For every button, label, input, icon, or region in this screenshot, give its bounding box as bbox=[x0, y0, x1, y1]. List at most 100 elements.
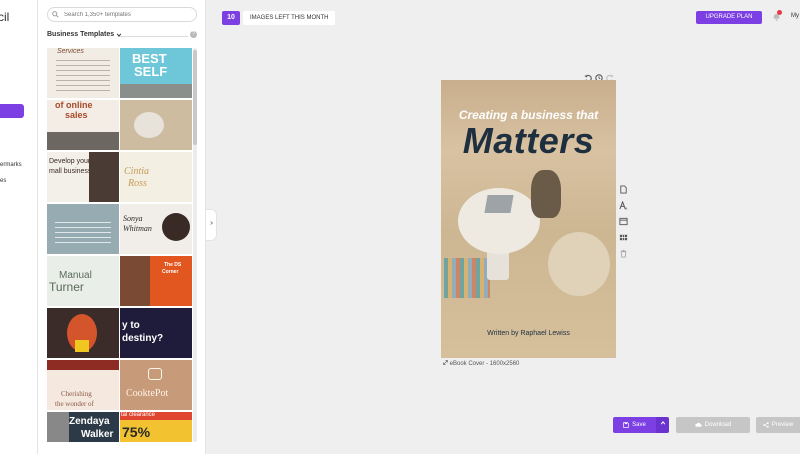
template-card[interactable]: BEST SELF bbox=[120, 48, 192, 98]
section-dropdown[interactable]: Business Templates bbox=[47, 31, 122, 38]
save-label: Save bbox=[632, 422, 646, 428]
left-navigation: cil ermarks es bbox=[0, 0, 38, 454]
template-text: of online bbox=[55, 100, 93, 110]
nav-item-watermarks[interactable]: ermarks bbox=[0, 162, 22, 168]
pot-icon bbox=[148, 368, 162, 380]
template-card[interactable]: of online sales bbox=[47, 100, 119, 150]
scrollbar-thumb[interactable] bbox=[193, 50, 197, 145]
canvas-size-caption: eBook Cover - 1600x2560 bbox=[443, 360, 519, 367]
template-text: y to bbox=[122, 320, 140, 331]
redo-icon[interactable] bbox=[606, 69, 614, 82]
save-options-button[interactable] bbox=[656, 417, 669, 433]
app-root: cil ermarks es Business Templates ? Serv… bbox=[0, 0, 800, 454]
template-card[interactable]: CooktePot bbox=[120, 360, 192, 410]
template-photo bbox=[47, 412, 69, 442]
template-photo bbox=[89, 152, 119, 202]
template-card[interactable] bbox=[120, 100, 192, 150]
template-card[interactable]: Sonya Whitman bbox=[120, 204, 192, 254]
search-icon bbox=[52, 11, 59, 18]
cover-author[interactable]: Written by Raphael Lewiss bbox=[441, 330, 616, 337]
preview-label: Preview bbox=[771, 422, 794, 428]
cover-photo-shelf bbox=[444, 258, 490, 298]
page-icon[interactable] bbox=[619, 181, 628, 194]
grid-icon[interactable] bbox=[619, 229, 628, 241]
template-card[interactable] bbox=[47, 308, 119, 358]
download-label: Download bbox=[704, 422, 732, 428]
panel-collapse-handle[interactable] bbox=[206, 209, 217, 241]
template-text: Sonya bbox=[123, 214, 143, 223]
download-button[interactable]: Download bbox=[676, 417, 750, 433]
brand-name: cil bbox=[0, 10, 10, 24]
template-text: tal clearance bbox=[121, 412, 156, 418]
images-left-count: 10 bbox=[222, 11, 240, 25]
history-tools bbox=[584, 69, 614, 82]
template-card[interactable]: Services bbox=[47, 48, 119, 98]
template-card[interactable]: Cintia Ross bbox=[120, 152, 192, 202]
section-title: Business Templates bbox=[47, 31, 115, 38]
upgrade-plan-button[interactable]: UPGRADE PLAN bbox=[696, 11, 762, 24]
help-icon[interactable]: ? bbox=[190, 31, 197, 38]
element-toolbar: a bbox=[619, 181, 628, 258]
template-card[interactable]: y to destiny? bbox=[120, 308, 192, 358]
share-icon bbox=[763, 422, 769, 428]
canvas-size-text: eBook Cover - 1600x2560 bbox=[449, 361, 520, 367]
nav-item-active[interactable] bbox=[0, 104, 24, 118]
template-text: mall business bbox=[49, 168, 92, 175]
template-text: Cherishing bbox=[61, 390, 92, 398]
save-button[interactable]: Save bbox=[613, 417, 656, 433]
template-text: Cintia bbox=[124, 166, 150, 177]
template-text: The DS bbox=[164, 262, 182, 268]
save-icon bbox=[623, 422, 629, 428]
svg-text:a: a bbox=[625, 207, 627, 210]
cover-photo-chair bbox=[548, 232, 610, 296]
template-text: sales bbox=[65, 110, 88, 120]
template-text: SELF bbox=[134, 64, 168, 79]
menu-lines bbox=[55, 222, 111, 246]
account-menu[interactable]: My bbox=[791, 13, 799, 19]
resize-icon bbox=[443, 360, 448, 365]
template-text: Ross bbox=[128, 178, 147, 189]
template-text: CooktePot bbox=[126, 388, 169, 399]
template-card[interactable]: Cherishing the wonder of bbox=[47, 360, 119, 410]
template-text: Turner bbox=[49, 280, 84, 294]
cloud-download-icon bbox=[694, 422, 702, 427]
template-photo bbox=[134, 112, 164, 138]
template-text: Services bbox=[57, 48, 84, 55]
template-accent bbox=[75, 340, 89, 352]
section-divider bbox=[120, 36, 188, 37]
avatar bbox=[162, 213, 190, 241]
template-text: Whitman bbox=[123, 224, 152, 233]
trash-icon[interactable] bbox=[619, 245, 628, 258]
template-text: destiny? bbox=[122, 333, 164, 344]
layout-icon[interactable] bbox=[619, 213, 628, 226]
nav-item-other[interactable]: es bbox=[0, 178, 6, 184]
template-card[interactable] bbox=[47, 204, 119, 254]
template-text: Corner bbox=[162, 269, 179, 275]
cover-title[interactable]: Matters bbox=[441, 120, 616, 162]
template-card[interactable]: Develop your mall business bbox=[47, 152, 119, 202]
template-banner bbox=[47, 360, 119, 370]
template-text: Develop your bbox=[49, 158, 91, 165]
cover-photo-laptop bbox=[484, 195, 514, 213]
template-text: 75% bbox=[122, 424, 151, 440]
template-card[interactable]: tal clearance 75% bbox=[120, 412, 192, 442]
template-search-input[interactable] bbox=[47, 7, 197, 22]
chevron-up-icon bbox=[660, 421, 665, 425]
template-photo bbox=[120, 84, 192, 98]
template-photo bbox=[120, 256, 150, 306]
template-text: the wonder of bbox=[55, 400, 94, 408]
preview-button[interactable]: Preview bbox=[756, 417, 800, 433]
notification-dot bbox=[777, 10, 782, 15]
text-icon[interactable]: a bbox=[619, 197, 628, 211]
undo-icon[interactable] bbox=[584, 69, 592, 82]
menu-lines bbox=[56, 60, 110, 92]
template-card[interactable]: Manual Turner bbox=[47, 256, 119, 306]
history-icon[interactable] bbox=[595, 69, 603, 82]
template-text: Walker bbox=[81, 429, 114, 440]
template-text: Zendaya bbox=[69, 416, 110, 427]
template-card[interactable]: The DS Corner bbox=[120, 256, 192, 306]
chevron-right-icon bbox=[209, 221, 213, 225]
template-card[interactable]: Zendaya Walker bbox=[47, 412, 119, 442]
images-left-label: IMAGES LEFT THIS MONTH bbox=[243, 11, 336, 25]
cover-photo-person bbox=[531, 170, 561, 218]
